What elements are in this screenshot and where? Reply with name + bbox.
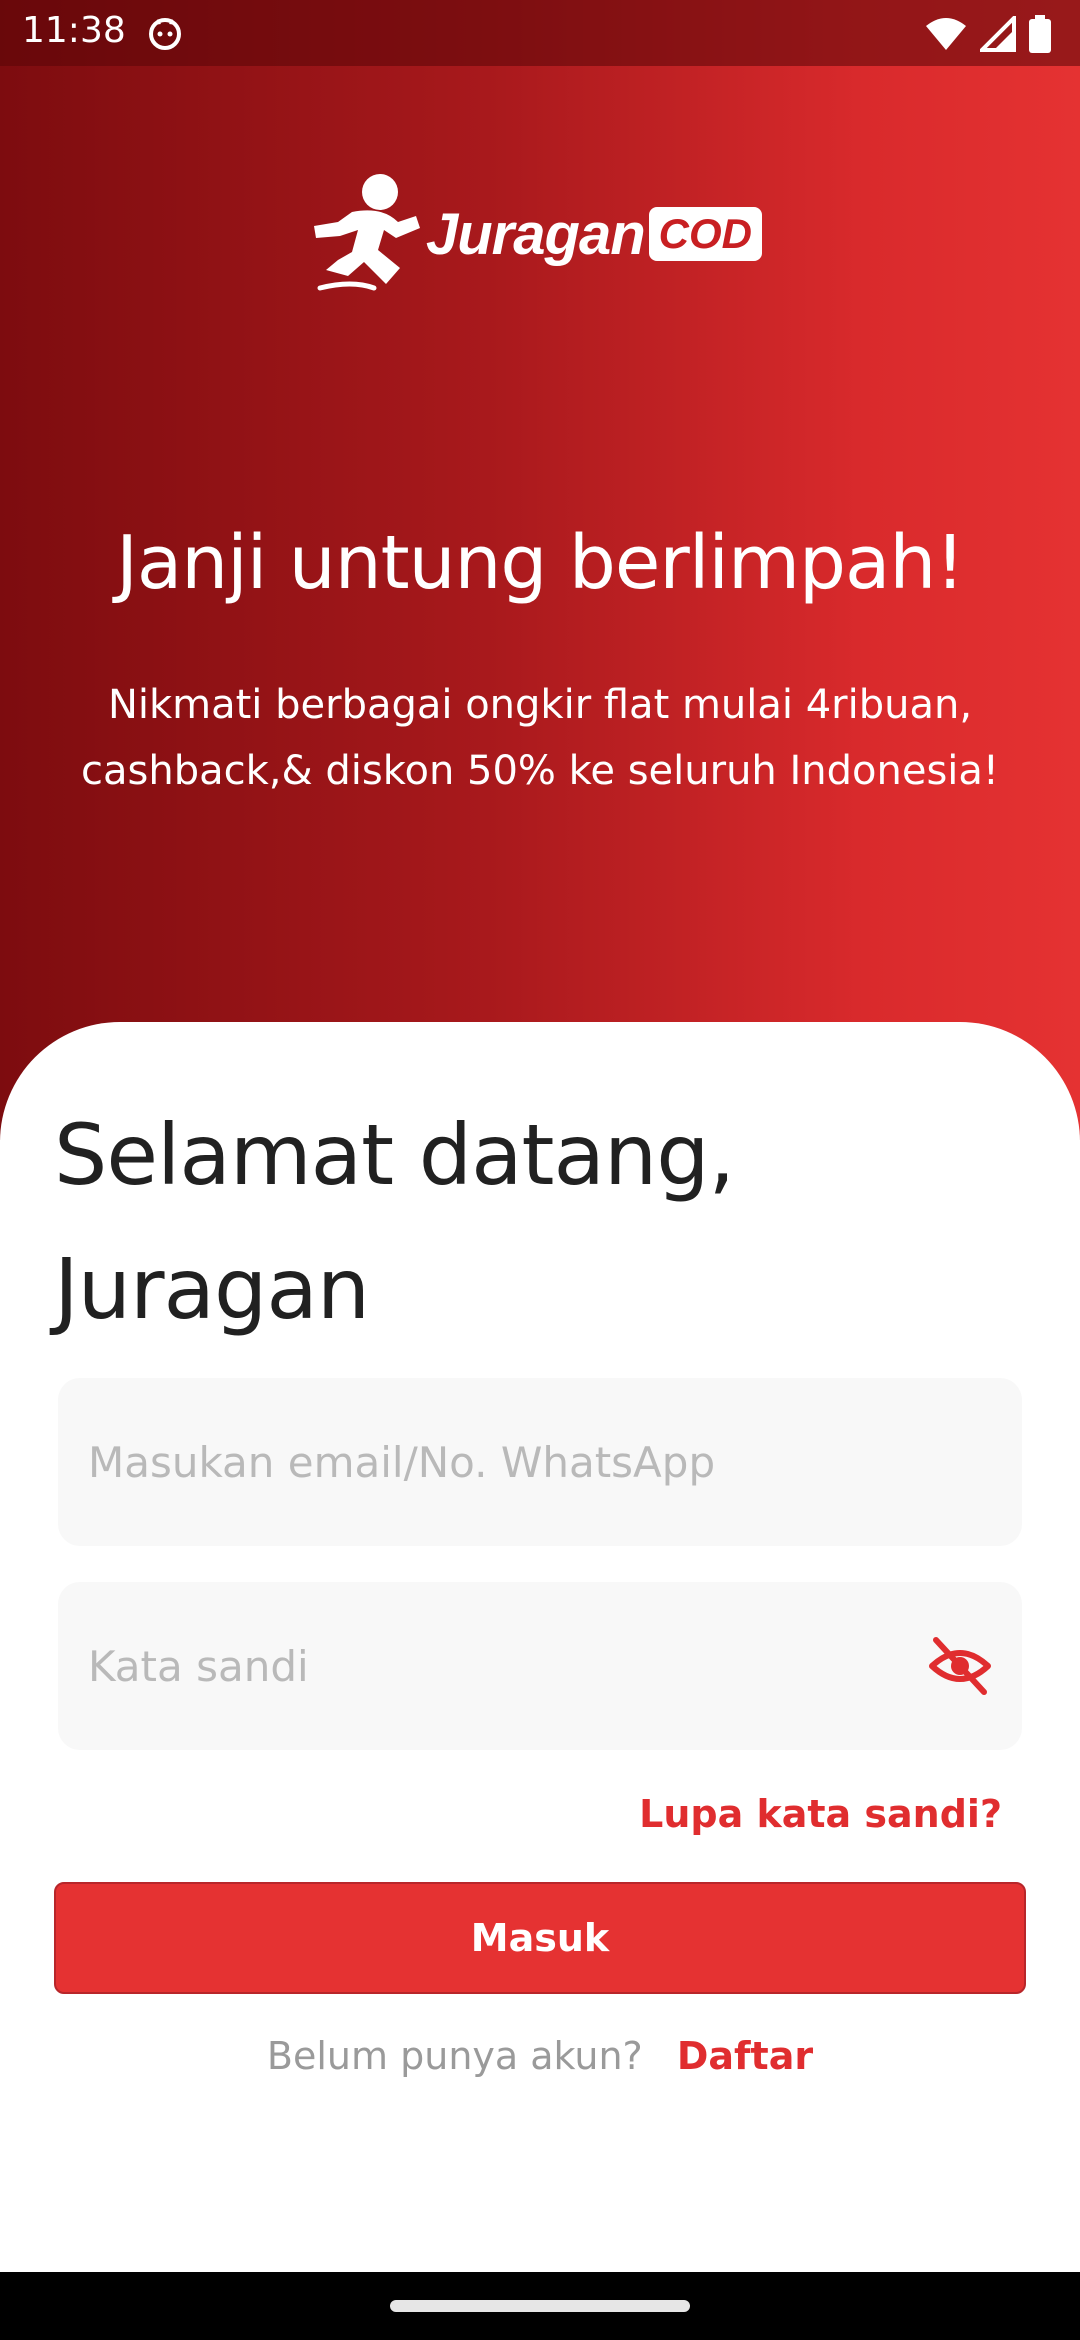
register-link[interactable]: Daftar (677, 2034, 813, 2078)
email-input[interactable] (88, 1378, 948, 1546)
status-bar: 11:38 (0, 0, 1080, 66)
notification-face-icon (149, 18, 181, 50)
register-question: Belum punya akun? (266, 2034, 643, 2078)
running-man-logo-icon (314, 174, 420, 291)
register-row: Belum punya akun? Daftar (0, 2034, 1080, 2078)
signal-icon (980, 16, 1016, 52)
wifi-icon (926, 18, 966, 50)
brand-logo: Juragan COD (312, 172, 772, 296)
hero-title: Janji untung berlimpah! (116, 520, 965, 606)
login-button[interactable]: Masuk (54, 1882, 1026, 1994)
battery-icon (1029, 15, 1051, 53)
login-screen: 11:38 Juragan COD Janji untung berlimpah… (0, 0, 1080, 2340)
status-icons (924, 14, 1052, 54)
brand-badge: COD (648, 207, 762, 261)
email-field[interactable] (58, 1378, 1022, 1546)
home-gesture-handle[interactable] (390, 2300, 690, 2312)
system-nav-bar (0, 2272, 1080, 2340)
brand-name: Juragan (426, 201, 646, 267)
status-time: 11:38 (22, 10, 126, 51)
hero-subtitle: Nikmati berbagai ongkir flat mulai 4ribu… (81, 682, 999, 794)
password-input[interactable] (88, 1582, 948, 1750)
password-field[interactable] (58, 1582, 1022, 1750)
welcome-heading: Selamat datang, Juragan (54, 1106, 735, 1338)
forgot-password-link[interactable]: Lupa kata sandi? (639, 1792, 1002, 1836)
eye-off-icon[interactable] (928, 1636, 992, 1696)
